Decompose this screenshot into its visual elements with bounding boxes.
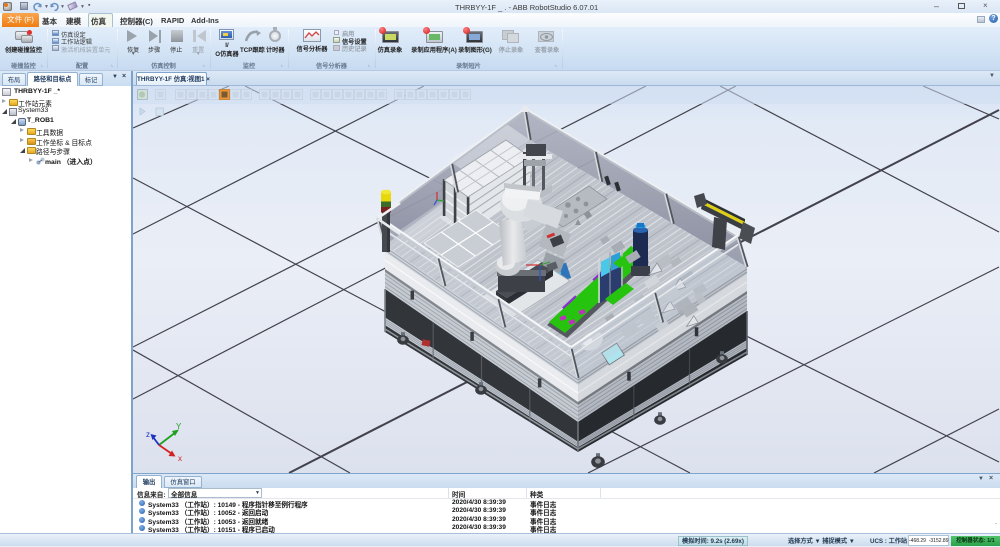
svg-text:z: z [146, 430, 150, 439]
svg-text:x: x [178, 454, 182, 463]
svg-text:Y: Y [176, 422, 182, 431]
